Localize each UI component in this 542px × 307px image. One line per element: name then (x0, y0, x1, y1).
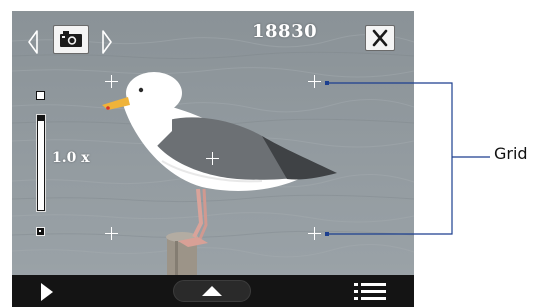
grid-callout-label: Grid (494, 144, 528, 163)
grid-callout-lines (325, 81, 490, 236)
